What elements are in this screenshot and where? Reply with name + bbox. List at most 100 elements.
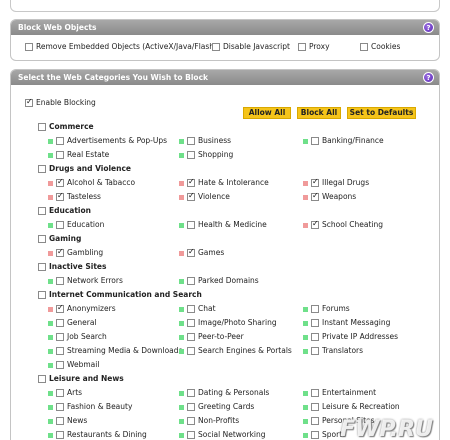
- category-item[interactable]: Network Errors: [48, 276, 123, 286]
- category-group-header[interactable]: Education: [38, 206, 91, 216]
- category-checkbox[interactable]: [311, 219, 319, 229]
- category-item[interactable]: Banking/Finance: [303, 136, 384, 146]
- category-item[interactable]: Restaurants & Dining: [48, 430, 147, 440]
- category-checkbox[interactable]: [56, 389, 64, 397]
- category-checkbox[interactable]: [311, 177, 319, 187]
- category-group-header[interactable]: Drugs and Violence: [38, 164, 131, 174]
- block-all-button[interactable]: Block All: [297, 107, 341, 119]
- category-checkbox[interactable]: [187, 333, 195, 341]
- disable-javascript-option[interactable]: Disable Javascript: [212, 42, 290, 52]
- category-checkbox[interactable]: [187, 347, 195, 355]
- category-item[interactable]: Webmail: [48, 360, 99, 370]
- category-checkbox[interactable]: [187, 177, 195, 187]
- category-item[interactable]: Games: [179, 247, 224, 258]
- remove-embedded-objects-option[interactable]: Remove Embedded Objects (ActiveX/Java/Fl…: [25, 42, 217, 52]
- category-checkbox[interactable]: [187, 151, 195, 159]
- category-checkbox[interactable]: [56, 319, 64, 327]
- category-item[interactable]: Instant Messaging: [303, 318, 390, 328]
- category-group-header[interactable]: Gaming: [38, 234, 81, 244]
- checkbox[interactable]: [25, 43, 33, 51]
- category-item[interactable]: Violence: [179, 191, 230, 202]
- category-item[interactable]: Education: [48, 220, 104, 230]
- category-checkbox[interactable]: [311, 389, 319, 397]
- category-checkbox[interactable]: [311, 333, 319, 341]
- enable-blocking-option[interactable]: Enable Blocking: [25, 97, 96, 108]
- category-checkbox[interactable]: [311, 137, 319, 145]
- category-group-checkbox[interactable]: [38, 165, 46, 173]
- category-item[interactable]: Real Estate: [48, 150, 109, 160]
- category-group-checkbox[interactable]: [38, 375, 46, 383]
- category-group-checkbox[interactable]: [38, 235, 46, 243]
- help-icon[interactable]: ?: [423, 72, 434, 83]
- category-checkbox[interactable]: [187, 431, 195, 439]
- category-checkbox[interactable]: [187, 319, 195, 327]
- category-item[interactable]: Translators: [303, 346, 363, 356]
- category-checkbox[interactable]: [56, 361, 64, 369]
- category-item[interactable]: Business: [179, 136, 231, 146]
- category-item[interactable]: Streaming Media & Downloads: [48, 346, 182, 356]
- category-checkbox[interactable]: [56, 431, 64, 439]
- category-checkbox[interactable]: [56, 347, 64, 355]
- category-checkbox[interactable]: [56, 177, 64, 187]
- category-checkbox[interactable]: [187, 137, 195, 145]
- category-group-checkbox[interactable]: [38, 207, 46, 215]
- proxy-option[interactable]: Proxy: [298, 42, 330, 52]
- category-item[interactable]: Forums: [303, 304, 350, 314]
- checkbox[interactable]: [360, 43, 368, 51]
- category-checkbox[interactable]: [56, 247, 64, 257]
- category-group-header[interactable]: Inactive Sites: [38, 262, 107, 272]
- category-item[interactable]: Dating & Personals: [179, 388, 269, 398]
- category-item[interactable]: Anonymizers: [48, 303, 116, 314]
- category-item[interactable]: Entertainment: [303, 388, 376, 398]
- category-item[interactable]: Alcohol & Tabacco: [48, 177, 135, 188]
- category-checkbox[interactable]: [56, 221, 64, 229]
- help-icon[interactable]: ?: [423, 22, 434, 33]
- category-item[interactable]: General: [48, 318, 97, 328]
- category-checkbox[interactable]: [311, 347, 319, 355]
- category-item[interactable]: Job Search: [48, 332, 107, 342]
- category-checkbox[interactable]: [56, 137, 64, 145]
- category-checkbox[interactable]: [56, 151, 64, 159]
- category-checkbox[interactable]: [56, 403, 64, 411]
- category-checkbox[interactable]: [187, 403, 195, 411]
- category-checkbox[interactable]: [311, 191, 319, 201]
- category-checkbox[interactable]: [311, 403, 319, 411]
- category-item[interactable]: Tasteless: [48, 191, 101, 202]
- category-checkbox[interactable]: [311, 431, 319, 439]
- category-checkbox[interactable]: [311, 417, 319, 425]
- allow-all-button[interactable]: Allow All: [243, 107, 291, 119]
- category-item[interactable]: Health & Medicine: [179, 220, 267, 230]
- checkbox[interactable]: [298, 43, 306, 51]
- category-item[interactable]: Search Engines & Portals: [179, 346, 292, 356]
- category-item[interactable]: Social Networking: [179, 430, 266, 440]
- category-checkbox[interactable]: [56, 303, 64, 313]
- category-item[interactable]: Weapons: [303, 191, 356, 202]
- category-checkbox[interactable]: [187, 277, 195, 285]
- category-checkbox[interactable]: [56, 277, 64, 285]
- category-item[interactable]: School Cheating: [303, 219, 383, 230]
- enable-blocking-checkbox[interactable]: [25, 97, 33, 107]
- category-checkbox[interactable]: [311, 305, 319, 313]
- category-item[interactable]: Leisure & Recreation: [303, 402, 400, 412]
- category-item[interactable]: Gambling: [48, 247, 103, 258]
- category-item[interactable]: Advertisements & Pop-Ups: [48, 136, 167, 146]
- category-checkbox[interactable]: [187, 305, 195, 313]
- category-item[interactable]: Image/Photo Sharing: [179, 318, 277, 328]
- set-to-defaults-button[interactable]: Set to Defaults: [347, 107, 416, 119]
- category-checkbox[interactable]: [187, 191, 195, 201]
- category-group-checkbox[interactable]: [38, 123, 46, 131]
- category-checkbox[interactable]: [187, 417, 195, 425]
- category-item[interactable]: Non-Profits: [179, 416, 239, 426]
- category-item[interactable]: Hate & Intolerance: [179, 177, 269, 188]
- category-item[interactable]: Fashion & Beauty: [48, 402, 132, 412]
- category-item[interactable]: Illegal Drugs: [303, 177, 369, 188]
- category-group-header[interactable]: Commerce: [38, 122, 94, 132]
- category-checkbox[interactable]: [187, 389, 195, 397]
- category-group-checkbox[interactable]: [38, 263, 46, 271]
- cookies-option[interactable]: Cookies: [360, 42, 400, 52]
- category-checkbox[interactable]: [187, 221, 195, 229]
- checkbox[interactable]: [212, 43, 220, 51]
- category-item[interactable]: Greeting Cards: [179, 402, 254, 412]
- category-item[interactable]: Peer-to-Peer: [179, 332, 244, 342]
- category-item[interactable]: News: [48, 416, 87, 426]
